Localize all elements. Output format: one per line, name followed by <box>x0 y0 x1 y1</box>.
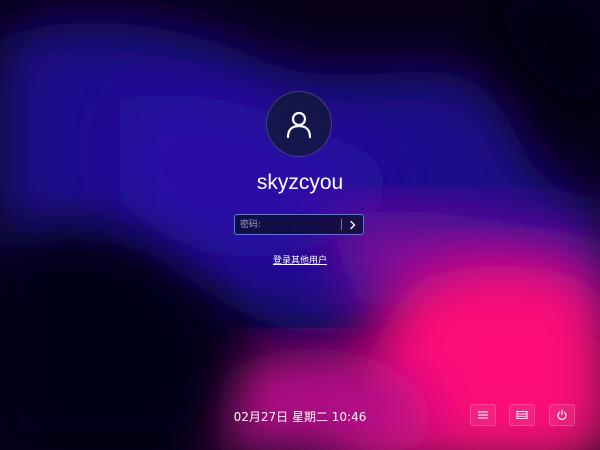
chevron-right-icon <box>350 220 356 229</box>
keyboard-layout-button[interactable] <box>509 404 535 426</box>
switch-user-link[interactable]: 登录其他用户 <box>230 254 370 268</box>
input-divider <box>341 219 342 230</box>
keyboard-icon <box>516 411 528 419</box>
session-menu-button[interactable] <box>470 404 496 426</box>
user-avatar[interactable] <box>266 91 332 157</box>
lock-screen: skyzcyou 登录其他用户 02月27日 星期二 10:46 <box>0 0 600 450</box>
user-icon <box>284 109 314 139</box>
power-icon <box>557 409 567 420</box>
username: skyzcyou <box>256 171 344 194</box>
password-input[interactable] <box>235 216 341 233</box>
password-field[interactable] <box>234 214 364 235</box>
date-time: 02月27日 星期二 10:46 <box>233 410 367 424</box>
power-button[interactable] <box>549 404 575 426</box>
submit-button[interactable] <box>343 215 363 234</box>
hamburger-menu-icon <box>478 411 488 419</box>
